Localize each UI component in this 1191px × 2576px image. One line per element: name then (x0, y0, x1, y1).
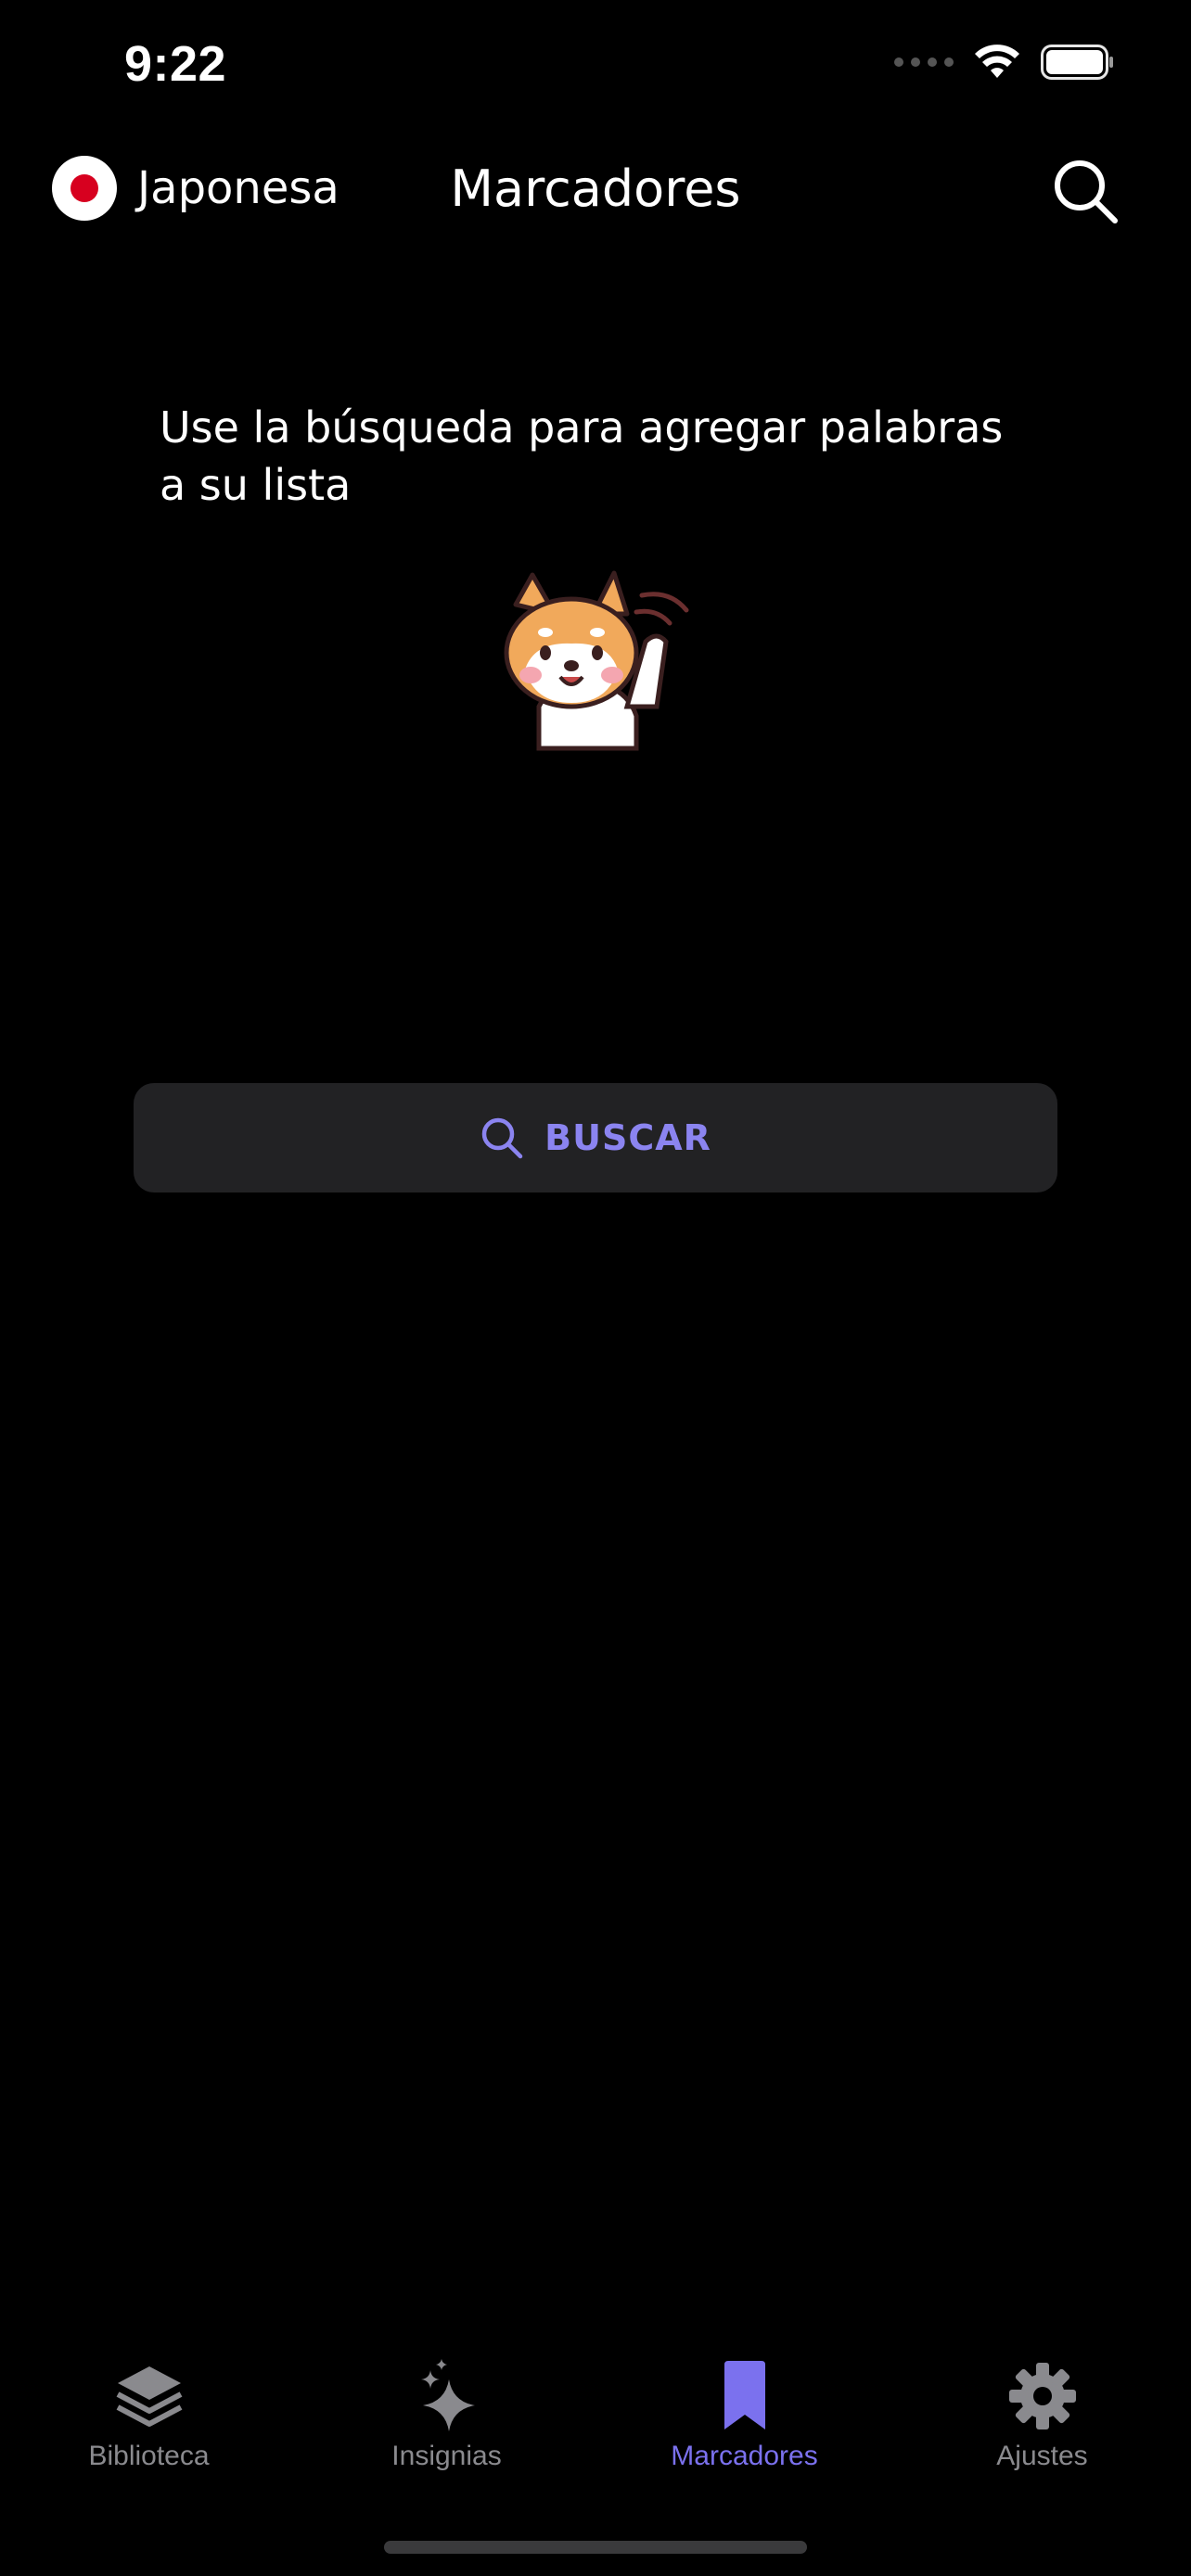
status-icons (894, 45, 1115, 80)
search-icon (481, 1117, 523, 1159)
japan-flag-icon (52, 156, 117, 221)
tab-marcadores[interactable]: Marcadores (596, 2346, 893, 2494)
search-button-label: BUSCAR (544, 1117, 711, 1158)
status-time: 9:22 (124, 36, 227, 92)
shiba-dog-mascot-icon (504, 570, 689, 751)
empty-state-message: Use la búsqueda para agregar palabras a … (160, 402, 1004, 510)
language-label: Japonesa (137, 162, 339, 214)
home-indicator[interactable] (384, 2541, 807, 2554)
bookmark-icon (724, 2361, 765, 2429)
gear-icon (1008, 2363, 1076, 2429)
search-icon (1055, 160, 1118, 223)
tab-label: Marcadores (671, 2441, 818, 2471)
search-button[interactable]: BUSCAR (134, 1083, 1057, 1192)
tab-insignias[interactable]: Insignias (298, 2346, 596, 2494)
wifi-icon (975, 45, 1019, 78)
header-search-button[interactable] (1050, 156, 1121, 226)
tab-biblioteca[interactable]: Biblioteca (0, 2346, 298, 2494)
language-selector[interactable]: Japonesa (52, 156, 339, 221)
tab-ajustes[interactable]: Ajustes (893, 2346, 1191, 2494)
cellular-signal-icon (894, 57, 954, 67)
battery-icon (1041, 45, 1113, 80)
tab-label: Biblioteca (88, 2441, 210, 2471)
tab-label: Insignias (391, 2441, 502, 2471)
tab-label: Ajustes (996, 2441, 1088, 2471)
stack-icon (116, 2366, 182, 2427)
sparkle-icon (420, 2359, 475, 2431)
tab-bar: Biblioteca Insignias Marcadores Ajustes (0, 2346, 1191, 2494)
